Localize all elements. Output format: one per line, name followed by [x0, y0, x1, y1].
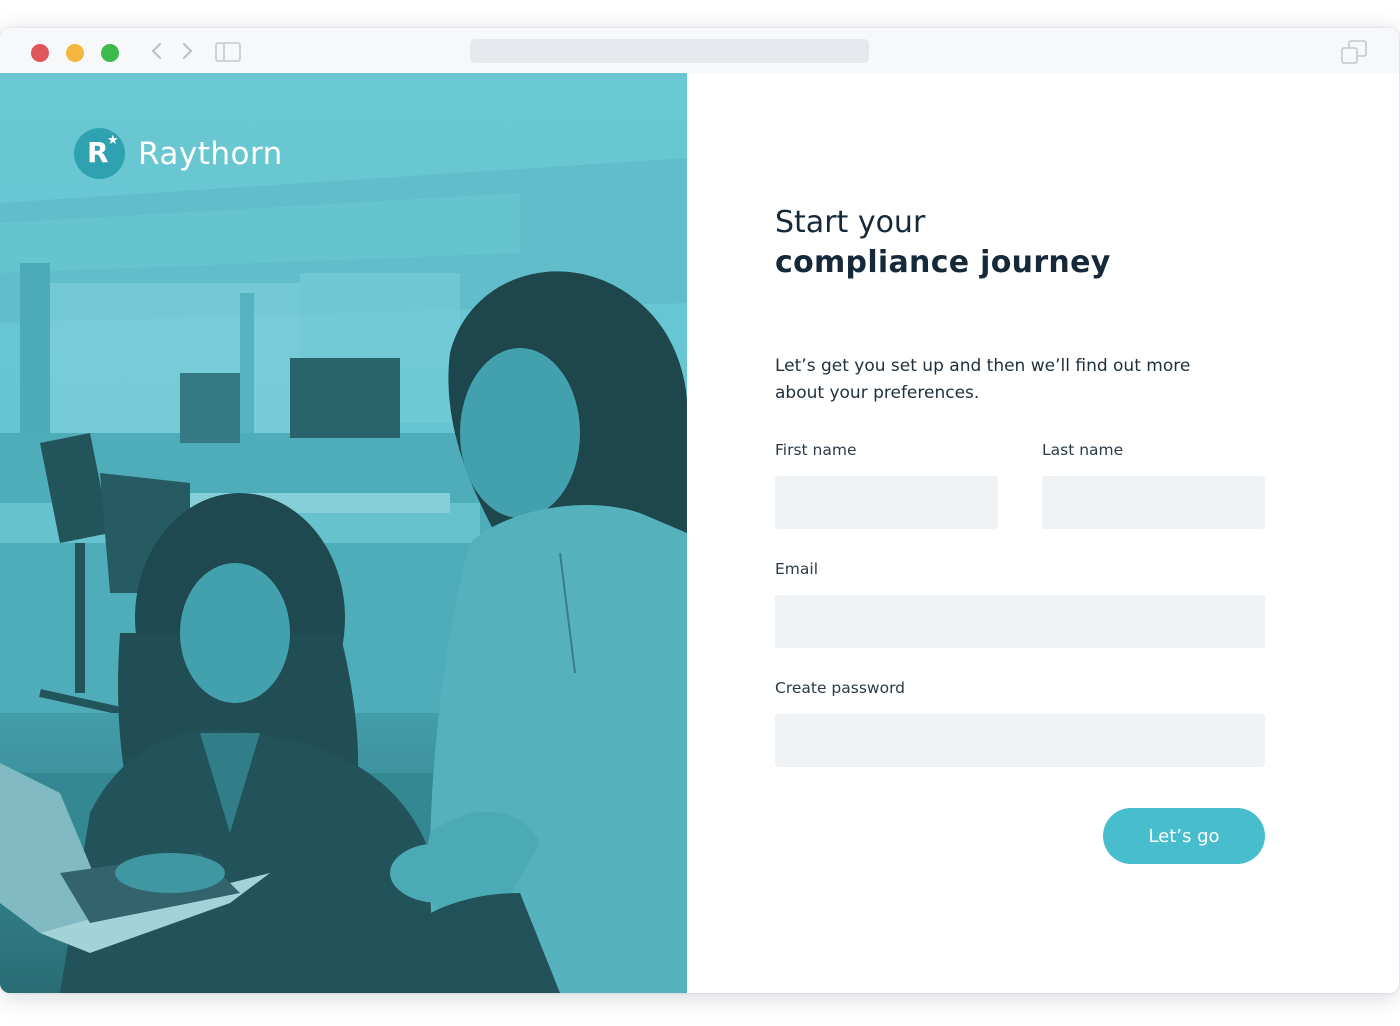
zoom-window-button[interactable] — [101, 44, 119, 62]
browser-window: R ★ Raythorn Start your compliance journ… — [0, 28, 1399, 993]
page-title-line1: Start your — [775, 205, 926, 240]
sidebar-icon[interactable] — [215, 42, 241, 62]
page-content: R ★ Raythorn Start your compliance journ… — [0, 73, 1399, 993]
page-title: Start your compliance journey — [775, 203, 1111, 283]
tabs-icon[interactable] — [1341, 40, 1367, 64]
brand-name: Raythorn — [138, 136, 283, 172]
submit-button[interactable]: Let’s go — [1103, 808, 1265, 864]
password-field[interactable] — [775, 714, 1265, 767]
logo-mark: R ★ — [74, 128, 125, 179]
close-window-button[interactable] — [31, 44, 49, 62]
page-title-line2: compliance journey — [775, 245, 1111, 280]
signup-form-panel: Start your compliance journey Let’s get … — [687, 73, 1399, 993]
password-label: Create password — [775, 679, 906, 697]
minimize-window-button[interactable] — [66, 44, 84, 62]
logo-letter: R — [87, 136, 109, 169]
star-icon: ★ — [107, 132, 119, 147]
office-photo-illustration — [0, 73, 687, 993]
email-field[interactable] — [775, 595, 1265, 648]
address-bar[interactable] — [470, 39, 869, 63]
browser-titlebar — [0, 28, 1399, 74]
first-name-field[interactable] — [775, 476, 998, 529]
first-name-label: First name — [775, 441, 857, 459]
intro-text: Let’s get you set up and then we’ll find… — [775, 356, 1191, 403]
hero-photo: R ★ Raythorn — [0, 73, 687, 993]
chevron-right-icon[interactable] — [177, 40, 197, 62]
last-name-field[interactable] — [1042, 476, 1265, 529]
last-name-label: Last name — [1042, 441, 1124, 459]
chevron-left-icon[interactable] — [147, 40, 167, 62]
email-label: Email — [775, 560, 819, 578]
